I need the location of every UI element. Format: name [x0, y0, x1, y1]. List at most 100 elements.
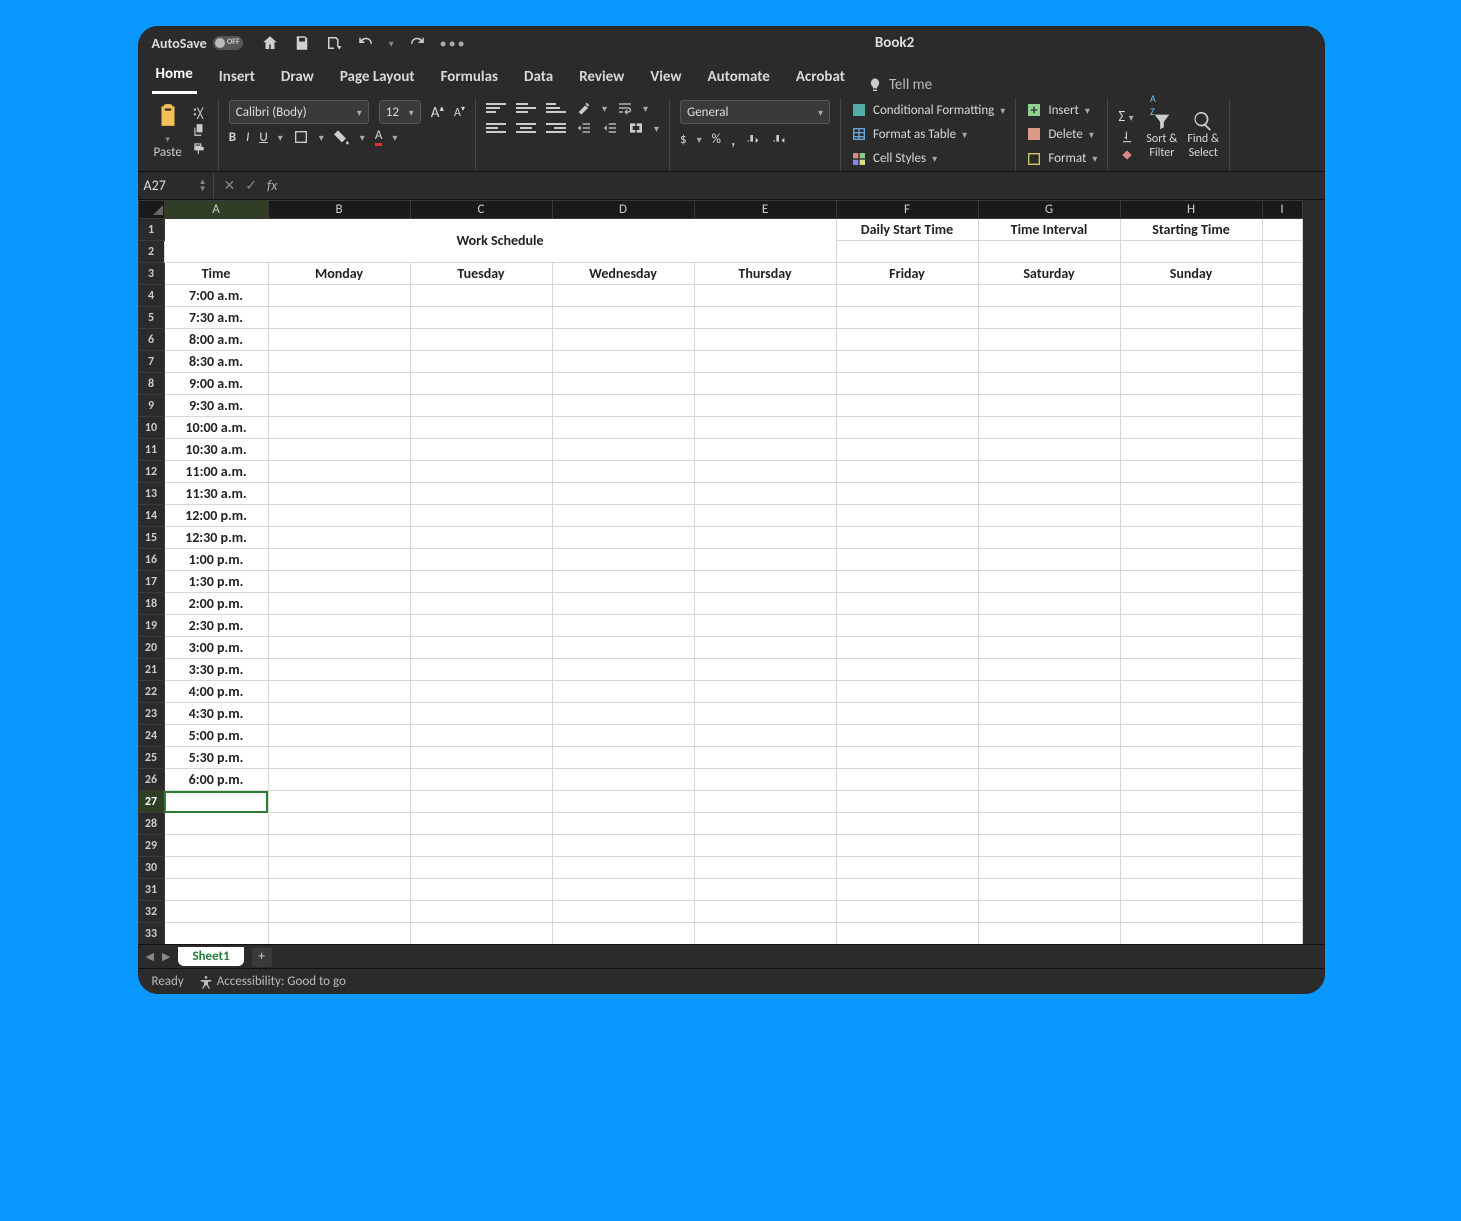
cell-F30[interactable]	[836, 857, 978, 879]
sheet-nav-prev-icon[interactable]: ◀	[146, 950, 154, 963]
cell-A19[interactable]: 2:30 p.m.	[164, 615, 268, 637]
align-bottom-icon[interactable]	[546, 100, 566, 116]
row-header-32[interactable]: 32	[138, 901, 164, 923]
cell-G11[interactable]	[978, 439, 1120, 461]
cell-H9[interactable]	[1120, 395, 1262, 417]
find-select-button[interactable]: Find & Select	[1187, 110, 1219, 160]
cell-H22[interactable]	[1120, 681, 1262, 703]
row-header-7[interactable]: 7	[138, 351, 164, 373]
cell-A15[interactable]: 12:30 p.m.	[164, 527, 268, 549]
cell-H2[interactable]	[1120, 241, 1262, 263]
cell-H4[interactable]	[1120, 285, 1262, 307]
cell-E14[interactable]	[694, 505, 836, 527]
cell-H32[interactable]	[1120, 901, 1262, 923]
row-header-30[interactable]: 30	[138, 857, 164, 879]
row-header-5[interactable]: 5	[138, 307, 164, 329]
cell-I6[interactable]	[1262, 329, 1302, 351]
cell-I19[interactable]	[1262, 615, 1302, 637]
name-box[interactable]: A27 ▲▼	[138, 172, 214, 199]
tab-acrobat[interactable]: Acrobat	[792, 62, 849, 94]
cell-E12[interactable]	[694, 461, 836, 483]
cell-D12[interactable]	[552, 461, 694, 483]
cell-B23[interactable]	[268, 703, 410, 725]
cell-D8[interactable]	[552, 373, 694, 395]
row-header-19[interactable]: 19	[138, 615, 164, 637]
overflow-icon[interactable]: •••	[440, 35, 467, 52]
cell-A32[interactable]	[164, 901, 268, 923]
cell-A17[interactable]: 1:30 p.m.	[164, 571, 268, 593]
cell-H14[interactable]	[1120, 505, 1262, 527]
cell-D24[interactable]	[552, 725, 694, 747]
cell-H11[interactable]	[1120, 439, 1262, 461]
cell-B17[interactable]	[268, 571, 410, 593]
clear-icon[interactable]	[1118, 148, 1136, 162]
insert-cells-button[interactable]: Insert▾	[1026, 100, 1097, 120]
cell-B5[interactable]	[268, 307, 410, 329]
cell-E10[interactable]	[694, 417, 836, 439]
cell-B31[interactable]	[268, 879, 410, 901]
cell-F32[interactable]	[836, 901, 978, 923]
cell-A12[interactable]: 11:00 a.m.	[164, 461, 268, 483]
cell-H19[interactable]	[1120, 615, 1262, 637]
tab-automate[interactable]: Automate	[704, 62, 774, 94]
cell-C28[interactable]	[410, 813, 552, 835]
cell-B32[interactable]	[268, 901, 410, 923]
cell-G4[interactable]	[978, 285, 1120, 307]
align-right-icon[interactable]	[546, 120, 566, 136]
cell-I33[interactable]	[1262, 923, 1302, 945]
row-header-31[interactable]: 31	[138, 879, 164, 901]
save-as-icon[interactable]	[325, 34, 343, 52]
cell-A14[interactable]: 12:00 p.m.	[164, 505, 268, 527]
cell-C17[interactable]	[410, 571, 552, 593]
tab-page-layout[interactable]: Page Layout	[336, 62, 419, 94]
wrap-text-icon[interactable]	[617, 100, 633, 116]
tab-insert[interactable]: Insert	[215, 62, 259, 94]
cell-E20[interactable]	[694, 637, 836, 659]
cell-B10[interactable]	[268, 417, 410, 439]
cell-G13[interactable]	[978, 483, 1120, 505]
column-header-D[interactable]: D	[552, 201, 694, 219]
cell-G5[interactable]	[978, 307, 1120, 329]
row-header-9[interactable]: 9	[138, 395, 164, 417]
increase-font-icon[interactable]: A▴	[431, 103, 444, 122]
row-header-8[interactable]: 8	[138, 373, 164, 395]
cell-B20[interactable]	[268, 637, 410, 659]
cell-A18[interactable]: 2:00 p.m.	[164, 593, 268, 615]
cell-F23[interactable]	[836, 703, 978, 725]
cell-A22[interactable]: 4:00 p.m.	[164, 681, 268, 703]
cell-A27[interactable]	[164, 791, 268, 813]
cell-C33[interactable]	[410, 923, 552, 945]
row-header-17[interactable]: 17	[138, 571, 164, 593]
cell-I31[interactable]	[1262, 879, 1302, 901]
cell-D26[interactable]	[552, 769, 694, 791]
cell-F21[interactable]	[836, 659, 978, 681]
cell-E9[interactable]	[694, 395, 836, 417]
cell-H13[interactable]	[1120, 483, 1262, 505]
increase-indent-icon[interactable]	[602, 120, 618, 136]
cell-D27[interactable]	[552, 791, 694, 813]
row-header-28[interactable]: 28	[138, 813, 164, 835]
cell-D11[interactable]	[552, 439, 694, 461]
cell-E8[interactable]	[694, 373, 836, 395]
cell-B27[interactable]	[268, 791, 410, 813]
row-header-27[interactable]: 27	[138, 791, 164, 813]
cell-G10[interactable]	[978, 417, 1120, 439]
cell-G16[interactable]	[978, 549, 1120, 571]
cell-A3[interactable]: Time	[164, 263, 268, 285]
cell-I22[interactable]	[1262, 681, 1302, 703]
cell-C20[interactable]	[410, 637, 552, 659]
cell-H5[interactable]	[1120, 307, 1262, 329]
cell-F29[interactable]	[836, 835, 978, 857]
cell-E16[interactable]	[694, 549, 836, 571]
cell-A7[interactable]: 8:30 a.m.	[164, 351, 268, 373]
cell-B6[interactable]	[268, 329, 410, 351]
cell-A4[interactable]: 7:00 a.m.	[164, 285, 268, 307]
align-center-icon[interactable]	[516, 120, 536, 136]
cell-I23[interactable]	[1262, 703, 1302, 725]
cell-G24[interactable]	[978, 725, 1120, 747]
decrease-font-icon[interactable]: A▾	[454, 104, 465, 120]
cell-I27[interactable]	[1262, 791, 1302, 813]
row-header-15[interactable]: 15	[138, 527, 164, 549]
cell-B33[interactable]	[268, 923, 410, 945]
cell-I8[interactable]	[1262, 373, 1302, 395]
